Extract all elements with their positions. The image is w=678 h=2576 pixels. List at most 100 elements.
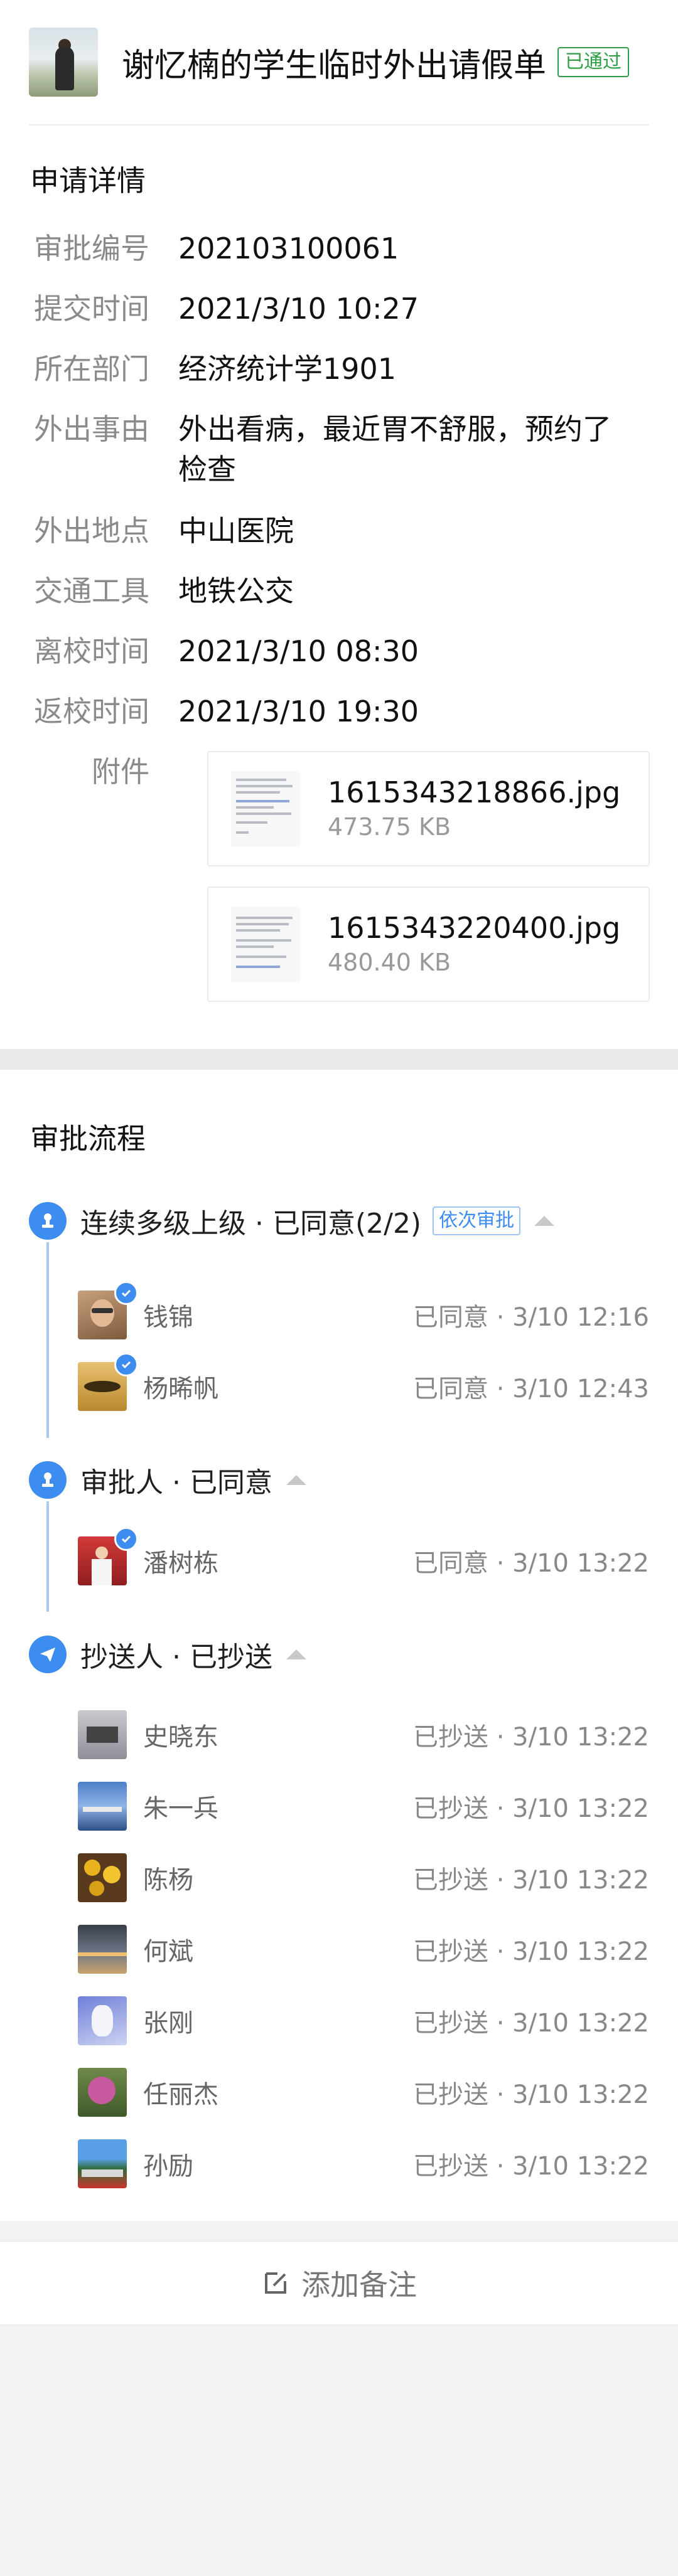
detail-value: 中山医院 — [178, 514, 294, 548]
detail-row-department: 所在部门 经济统计学1901 — [0, 349, 678, 389]
flow-line — [46, 1242, 49, 1438]
detail-label: 离校时间 — [34, 634, 149, 668]
detail-label: 所在部门 — [34, 352, 149, 386]
detail-label: 提交时间 — [34, 292, 149, 326]
person-status: 已同意 · 3/10 13:22 — [413, 1549, 649, 1578]
person-status: 已抄送 · 3/10 13:22 — [413, 1723, 649, 1752]
detail-row-transport: 交通工具 地铁公交 — [0, 571, 678, 611]
flow-person: 朱一兵 已抄送 · 3/10 13:22 — [78, 1781, 649, 1831]
avatar — [78, 1782, 127, 1831]
application-card: 谢忆楠的学生临时外出请假单 已通过 申请详情 审批编号 202103100061… — [0, 0, 678, 1049]
avatar — [78, 1925, 127, 1974]
detail-value: 地铁公交 — [178, 574, 294, 608]
flow-person: 杨晞帆 已同意 · 3/10 12:43 — [78, 1353, 649, 1412]
collapse-caret-icon[interactable] — [286, 1649, 306, 1659]
attachment-name: 1615343218866.jpg — [328, 775, 621, 809]
detail-value: 202103100061 — [178, 232, 399, 265]
avatar — [78, 2139, 127, 2188]
flow-node-header[interactable]: 连续多级上级 · 已同意(2/2) 依次审批 — [80, 1201, 555, 1241]
header: 谢忆楠的学生临时外出请假单 已通过 — [29, 28, 649, 97]
approval-flow-card: 审批流程 连续多级上级 · 已同意(2/2) 依次审批 钱锦 已同意 · 3/1… — [0, 1070, 678, 2221]
detail-row-submit-time: 提交时间 2021/3/10 10:27 — [0, 289, 678, 329]
attachment-item[interactable]: 1615343218866.jpg 473.75 KB — [207, 751, 650, 866]
approver-icon — [29, 1461, 67, 1499]
flow-person: 史晓东 已抄送 · 3/10 13:22 — [78, 1710, 649, 1760]
approved-check-icon — [114, 1353, 138, 1376]
flow-person: 陈杨 已抄送 · 3/10 13:22 — [78, 1853, 649, 1903]
flow-section-title: 审批流程 — [30, 1122, 146, 1156]
flow-node-header[interactable]: 审批人 · 已同意 — [80, 1460, 306, 1500]
image-thumbnail — [231, 771, 300, 846]
detail-row-location: 外出地点 中山医院 — [0, 511, 678, 551]
attachment-name: 1615343220400.jpg — [328, 911, 621, 945]
avatar — [78, 1853, 127, 1902]
person-name: 陈杨 — [143, 1866, 193, 1895]
person-name: 钱锦 — [143, 1303, 193, 1332]
edit-icon — [265, 2272, 286, 2294]
detail-label: 交通工具 — [34, 574, 149, 608]
detail-label: 审批编号 — [34, 232, 149, 265]
collapse-caret-icon[interactable] — [534, 1216, 555, 1226]
person-status: 已抄送 · 3/10 13:22 — [413, 2152, 649, 2181]
details-section-title: 申请详情 — [30, 164, 146, 198]
flow-person: 张刚 已抄送 · 3/10 13:22 — [78, 1996, 649, 2046]
detail-label: 返校时间 — [34, 695, 149, 728]
detail-label: 外出地点 — [34, 514, 149, 548]
person-status: 已抄送 · 3/10 13:22 — [413, 1937, 649, 1966]
detail-value: 外出看病，最近胃不舒服，预约了检查 — [178, 412, 611, 486]
person-name: 潘树栋 — [143, 1549, 218, 1578]
add-note-button[interactable]: 添加备注 — [0, 2242, 678, 2324]
collapse-caret-icon[interactable] — [286, 1475, 306, 1485]
page: 谢忆楠的学生临时外出请假单 已通过 申请详情 审批编号 202103100061… — [0, 0, 678, 2576]
flow-node-title: 审批人 · 已同意 — [80, 1467, 272, 1499]
send-icon — [29, 1636, 67, 1673]
page-title: 谢忆楠的学生临时外出请假单 — [122, 46, 547, 85]
flow-person: 潘树栋 已同意 · 3/10 13:22 — [78, 1527, 649, 1586]
detail-row-leave-time: 离校时间 2021/3/10 08:30 — [0, 631, 678, 671]
person-status: 已同意 · 3/10 12:16 — [413, 1303, 649, 1332]
approved-check-icon — [114, 1281, 138, 1305]
approver-icon — [29, 1202, 67, 1240]
attachment-size: 480.40 KB — [328, 949, 451, 976]
detail-row-approval-number: 审批编号 202103100061 — [0, 228, 678, 269]
sequential-tag: 依次审批 — [433, 1206, 521, 1235]
person-name: 何斌 — [143, 1937, 193, 1966]
avatar — [78, 1996, 127, 2045]
flow-node-header[interactable]: 抄送人 · 已抄送 — [80, 1634, 306, 1674]
person-name: 史晓东 — [143, 1723, 218, 1752]
applicant-avatar — [29, 28, 98, 97]
detail-value: 2021/3/10 08:30 — [178, 634, 419, 668]
approved-check-icon — [114, 1527, 138, 1551]
divider — [29, 124, 649, 125]
flow-person: 孙励 已抄送 · 3/10 13:22 — [78, 2139, 649, 2189]
person-status: 已抄送 · 3/10 13:22 — [413, 1866, 649, 1895]
avatar — [78, 2068, 127, 2117]
section-separator — [0, 1049, 678, 1070]
avatar — [78, 1710, 127, 1759]
attachment-item[interactable]: 1615343220400.jpg 480.40 KB — [207, 886, 650, 1002]
person-status: 已同意 · 3/10 12:43 — [413, 1375, 649, 1403]
detail-row-reason: 外出事由 外出看病，最近胃不舒服，预约了检查 — [0, 409, 678, 489]
detail-value: 2021/3/10 19:30 — [178, 695, 419, 728]
flow-line — [46, 1501, 49, 1612]
person-status: 已抄送 · 3/10 13:22 — [413, 2080, 649, 2109]
person-name: 杨晞帆 — [143, 1375, 218, 1403]
flow-person: 钱锦 已同意 · 3/10 12:16 — [78, 1281, 649, 1340]
person-status: 已抄送 · 3/10 13:22 — [413, 1794, 649, 1823]
image-thumbnail — [231, 907, 300, 982]
flow-node-title: 连续多级上级 · 已同意(2/2) — [80, 1208, 422, 1240]
detail-label: 外出事由 — [34, 412, 149, 446]
status-badge: 已通过 — [557, 47, 630, 77]
person-name: 任丽杰 — [143, 2080, 218, 2109]
detail-value: 2021/3/10 10:27 — [178, 292, 419, 326]
detail-label: 附件 — [92, 755, 149, 789]
add-note-label: 添加备注 — [301, 2268, 417, 2302]
detail-row-return-time: 返校时间 2021/3/10 19:30 — [0, 691, 678, 732]
person-name: 孙励 — [143, 2152, 193, 2181]
flow-node-title: 抄送人 · 已抄送 — [80, 1641, 272, 1673]
attachment-size: 473.75 KB — [328, 813, 451, 841]
person-name: 朱一兵 — [143, 1794, 218, 1823]
person-status: 已抄送 · 3/10 13:22 — [413, 2009, 649, 2038]
flow-person: 任丽杰 已抄送 · 3/10 13:22 — [78, 2067, 649, 2117]
detail-value: 经济统计学1901 — [178, 352, 397, 386]
